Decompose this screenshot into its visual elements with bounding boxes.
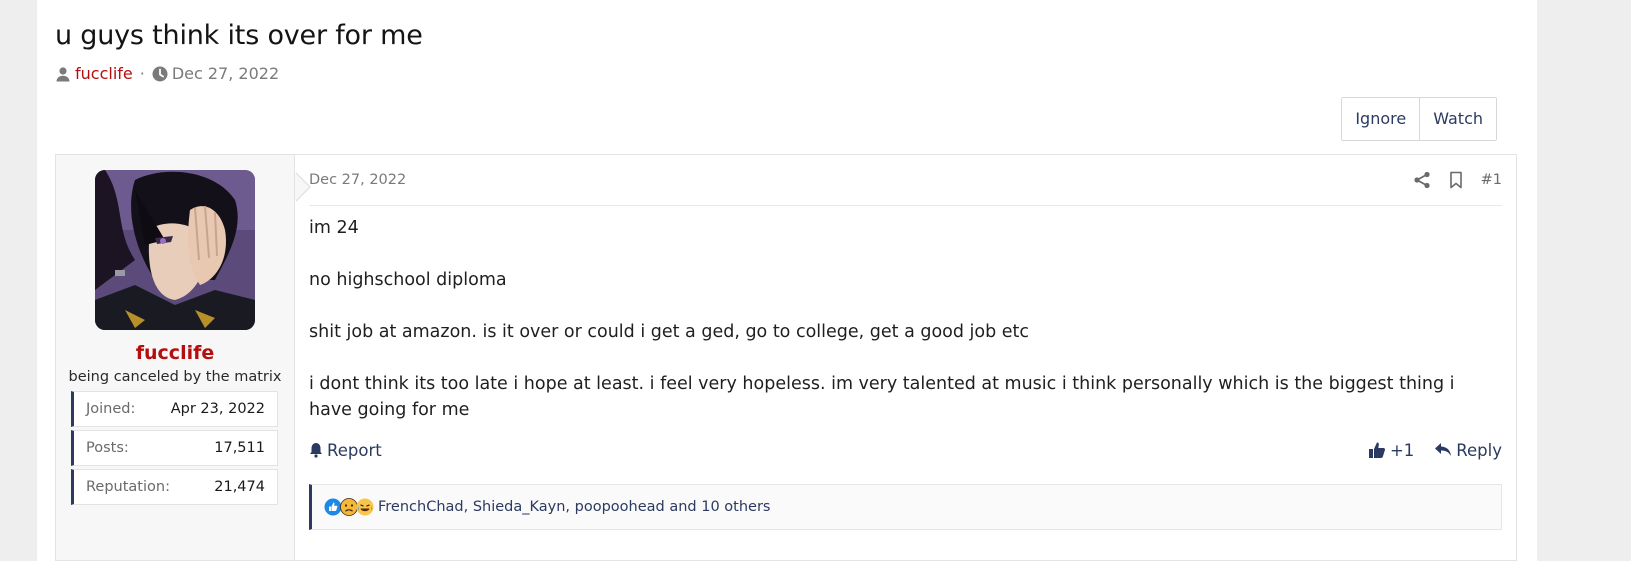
- post-username[interactable]: fucclife: [56, 342, 294, 364]
- stat-value[interactable]: 17,511: [214, 440, 265, 456]
- stat-label: Joined:: [86, 401, 136, 417]
- reply-icon: [1434, 442, 1452, 458]
- report-button[interactable]: Report: [309, 441, 382, 460]
- stat-reputation: Reputation: 21,474: [71, 469, 278, 505]
- thread-meta: fucclife · Dec 27, 2022: [55, 64, 279, 83]
- post-paragraph: shit job at amazon. is it over or could …: [309, 322, 1030, 342]
- clock-icon: [152, 66, 168, 82]
- stat-value: Apr 23, 2022: [170, 401, 265, 417]
- post-header-tools: #1: [1413, 171, 1502, 189]
- plus-one-label: +1: [1389, 440, 1415, 460]
- watch-button[interactable]: Watch: [1419, 98, 1496, 140]
- report-label: Report: [327, 440, 382, 460]
- post-header: Dec 27, 2022 #1: [309, 155, 1502, 206]
- post-actions-left: Report: [309, 441, 382, 460]
- avatar[interactable]: [95, 170, 255, 330]
- post-paragraph: i dont think its too late i hope at leas…: [309, 374, 1455, 420]
- share-icon[interactable]: [1413, 171, 1431, 189]
- thread-title: u guys think its over for me: [55, 20, 423, 51]
- thumbs-up-icon: [1368, 441, 1386, 459]
- post-actions-right: +1 Reply: [1368, 441, 1502, 460]
- bell-icon: [309, 442, 323, 458]
- stat-joined: Joined: Apr 23, 2022: [71, 391, 278, 427]
- ignore-button[interactable]: Ignore: [1342, 98, 1420, 140]
- cry-laugh-reaction-icon: [356, 498, 374, 516]
- post-content-cell: Dec 27, 2022 #1 im 24 no highschool dipl…: [295, 155, 1516, 560]
- reply-button[interactable]: Reply: [1434, 441, 1502, 460]
- post-number-link[interactable]: #1: [1481, 172, 1502, 188]
- thread-action-buttons: Ignore Watch: [1341, 97, 1497, 141]
- post-paragraph: no highschool diploma: [309, 270, 507, 290]
- bookmark-icon[interactable]: [1447, 171, 1465, 189]
- meta-separator: ·: [139, 64, 145, 83]
- reaction-icons: [324, 498, 374, 516]
- post-paragraph: im 24: [309, 218, 359, 238]
- thread-date[interactable]: Dec 27, 2022: [172, 64, 279, 83]
- post-body: im 24 no highschool diploma shit job at …: [309, 215, 1502, 449]
- plus-one-button[interactable]: +1: [1368, 441, 1414, 460]
- thread-author-link[interactable]: fucclife: [75, 64, 133, 83]
- user-icon: [55, 66, 71, 82]
- post-actions: Report +1 Reply: [309, 437, 1502, 463]
- reactions-bar[interactable]: FrenchChad, Shieda_Kayn, poopoohead and …: [309, 484, 1502, 530]
- user-stats: Joined: Apr 23, 2022 Posts: 17,511 Reput…: [71, 391, 278, 508]
- stat-label: Reputation:: [86, 479, 170, 495]
- reactions-list[interactable]: FrenchChad, Shieda_Kayn, poopoohead and …: [378, 499, 770, 515]
- stat-value: 21,474: [214, 479, 265, 495]
- user-title: being canceled by the matrix: [68, 369, 282, 385]
- reply-label: Reply: [1456, 440, 1502, 460]
- post-message: fucclife being canceled by the matrix Jo…: [55, 154, 1517, 561]
- stat-posts: Posts: 17,511: [71, 430, 278, 466]
- post-user-cell: fucclife being canceled by the matrix Jo…: [56, 155, 295, 560]
- post-date[interactable]: Dec 27, 2022: [309, 172, 406, 188]
- stat-label: Posts:: [86, 440, 129, 456]
- page-container: u guys think its over for me fucclife · …: [37, 0, 1537, 561]
